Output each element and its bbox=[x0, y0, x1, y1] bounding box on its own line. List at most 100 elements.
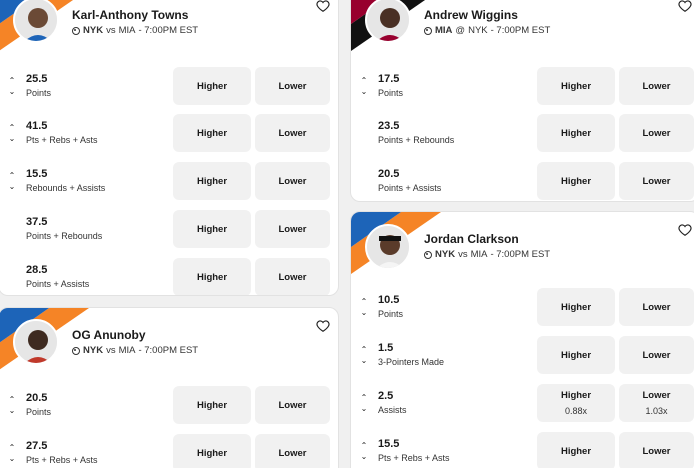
player-name[interactable]: Andrew Wiggins bbox=[424, 8, 518, 22]
player-name[interactable]: Karl-Anthony Towns bbox=[72, 8, 188, 22]
higher-button[interactable]: Higher bbox=[537, 432, 615, 468]
higher-label: Higher bbox=[560, 390, 592, 401]
prop-stat: Points bbox=[378, 309, 404, 319]
heart-icon[interactable] bbox=[678, 0, 692, 13]
player-name[interactable]: OG Anunoby bbox=[72, 328, 146, 342]
prop-stat: Points + Assists bbox=[26, 279, 90, 289]
lower-button[interactable]: Lower bbox=[619, 67, 694, 105]
opponent-code: MIA bbox=[470, 249, 488, 260]
lower-button[interactable]: Lower bbox=[255, 434, 330, 468]
player-card-clarkson: Jordan Clarkson NYK vs MIA - 7:00PM EST … bbox=[350, 211, 694, 468]
higher-label: Higher bbox=[196, 447, 228, 459]
game-time: - 7:00PM EST bbox=[490, 249, 551, 260]
prop-line: 25.5 bbox=[26, 73, 48, 85]
prop-row: ⌃ ⌄ 27.5 Pts + Rebs + Asts Higher Lower bbox=[0, 430, 338, 468]
lower-button[interactable]: Lower bbox=[255, 67, 330, 105]
prop-stat: Points + Rebounds bbox=[378, 135, 455, 145]
heart-icon[interactable] bbox=[316, 319, 330, 333]
team-code: NYK bbox=[435, 249, 456, 260]
player-card-wiggins: Andrew Wiggins MIA @ NYK - 7:00PM EST ⌃ ⌄… bbox=[350, 0, 694, 202]
lower-label: Lower bbox=[642, 80, 671, 92]
prop-row: 28.5 Points + Assists Higher Lower bbox=[0, 254, 338, 295]
line-movement-icon: ⌃ ⌄ bbox=[8, 123, 16, 143]
prop-stat: Points bbox=[26, 407, 52, 417]
player-avatar bbox=[365, 224, 411, 270]
lower-button[interactable]: Lower bbox=[255, 258, 330, 295]
higher-button[interactable]: Higher bbox=[173, 258, 251, 295]
higher-label: Higher bbox=[196, 399, 228, 411]
lower-button[interactable]: Lower bbox=[619, 162, 694, 200]
prop-line: 20.5 bbox=[26, 392, 48, 404]
higher-button[interactable]: Higher bbox=[173, 162, 251, 200]
prop-row: ⌃ ⌄ 15.5 Pts + Rebs + Asts Higher Lower bbox=[351, 428, 694, 468]
higher-label: Higher bbox=[196, 175, 228, 187]
prop-stat: Pts + Rebs + Asts bbox=[26, 135, 98, 145]
team-logo-icon bbox=[424, 250, 432, 259]
lower-button[interactable]: Lower bbox=[255, 114, 330, 152]
heart-icon[interactable] bbox=[316, 0, 330, 13]
team-code: MIA bbox=[435, 25, 453, 36]
lower-button[interactable]: Lower bbox=[619, 432, 694, 468]
team-logo-icon bbox=[424, 26, 432, 35]
lower-button[interactable]: Lower bbox=[255, 386, 330, 424]
higher-button[interactable]: Higher bbox=[173, 67, 251, 105]
line-movement-icon: ⌃ ⌄ bbox=[8, 76, 16, 96]
player-avatar bbox=[13, 319, 59, 365]
prop-row: ⌃ ⌄ 1.5 3-Pointers Made Higher Lower bbox=[351, 332, 694, 380]
higher-button[interactable]: Higher bbox=[537, 336, 615, 374]
prop-row: ⌃ ⌄ 17.5 Points Higher Lower bbox=[351, 63, 694, 111]
higher-button[interactable]: Higher bbox=[173, 434, 251, 468]
lower-label: Lower bbox=[642, 175, 671, 187]
higher-button[interactable]: Higher bbox=[173, 386, 251, 424]
lower-label: Lower bbox=[278, 175, 307, 187]
higher-button[interactable]: Higher bbox=[173, 114, 251, 152]
higher-label: Higher bbox=[196, 80, 228, 92]
prop-row: 23.5 Points + Rebounds Higher Lower bbox=[351, 110, 694, 158]
prop-stat: Points bbox=[378, 88, 404, 98]
lower-button[interactable]: Lower bbox=[619, 114, 694, 152]
prop-row: ⌃ ⌄ 41.5 Pts + Rebs + Asts Higher Lower bbox=[0, 110, 338, 158]
lower-button[interactable]: Lower bbox=[619, 288, 694, 326]
higher-button[interactable]: Higher bbox=[537, 288, 615, 326]
lower-label: Lower bbox=[278, 271, 307, 283]
lower-label: Lower bbox=[278, 223, 307, 235]
prop-stat: Assists bbox=[378, 405, 407, 415]
lower-button[interactable]: Lower 1.03x bbox=[619, 384, 694, 422]
matchup-connector: vs bbox=[458, 249, 468, 260]
prop-line: 1.5 bbox=[378, 342, 394, 354]
higher-button[interactable]: Higher bbox=[537, 114, 615, 152]
prop-line: 17.5 bbox=[378, 73, 400, 85]
higher-button[interactable]: Higher bbox=[537, 162, 615, 200]
lower-label: Lower bbox=[642, 445, 671, 457]
lower-button[interactable]: Lower bbox=[255, 210, 330, 248]
player-card-towns: Karl-Anthony Towns NYK vs MIA - 7:00PM E… bbox=[0, 0, 339, 296]
projections-board: Karl-Anthony Towns NYK vs MIA - 7:00PM E… bbox=[0, 0, 694, 468]
higher-button[interactable]: Higher bbox=[173, 210, 251, 248]
game-time: - 7:00PM EST bbox=[490, 25, 551, 36]
prop-row: 20.5 Points + Assists Higher Lower bbox=[351, 158, 694, 201]
line-movement-icon: ⌃ ⌄ bbox=[8, 395, 16, 415]
prop-row: ⌃ ⌄ 2.5 Assists Higher 0.88x Lower 1.03x bbox=[351, 380, 694, 428]
opponent-code: NYK bbox=[468, 25, 488, 36]
prop-line: 27.5 bbox=[26, 440, 48, 452]
lower-button[interactable]: Lower bbox=[619, 336, 694, 374]
matchup-connector: @ bbox=[455, 25, 466, 36]
heart-icon[interactable] bbox=[678, 223, 692, 237]
matchup-info: NYK vs MIA - 7:00PM EST bbox=[72, 25, 198, 36]
team-code: NYK bbox=[83, 345, 104, 356]
player-name[interactable]: Jordan Clarkson bbox=[424, 232, 519, 246]
higher-button[interactable]: Higher bbox=[537, 67, 615, 105]
prop-stat: Pts + Rebs + Asts bbox=[378, 453, 450, 463]
prop-stat: Points bbox=[26, 88, 52, 98]
lower-multiplier: 1.03x bbox=[645, 406, 668, 416]
prop-row: ⌃ ⌄ 20.5 Points Higher Lower bbox=[0, 382, 338, 430]
prop-stat: 3-Pointers Made bbox=[378, 357, 445, 367]
game-time: - 7:00PM EST bbox=[138, 25, 199, 36]
higher-label: Higher bbox=[560, 445, 592, 457]
prop-line: 41.5 bbox=[26, 120, 48, 132]
lower-button[interactable]: Lower bbox=[255, 162, 330, 200]
higher-button[interactable]: Higher 0.88x bbox=[537, 384, 615, 422]
line-movement-icon: ⌃ ⌄ bbox=[360, 345, 368, 365]
line-movement-icon: ⌃ ⌄ bbox=[360, 297, 368, 317]
prop-line: 15.5 bbox=[26, 168, 48, 180]
